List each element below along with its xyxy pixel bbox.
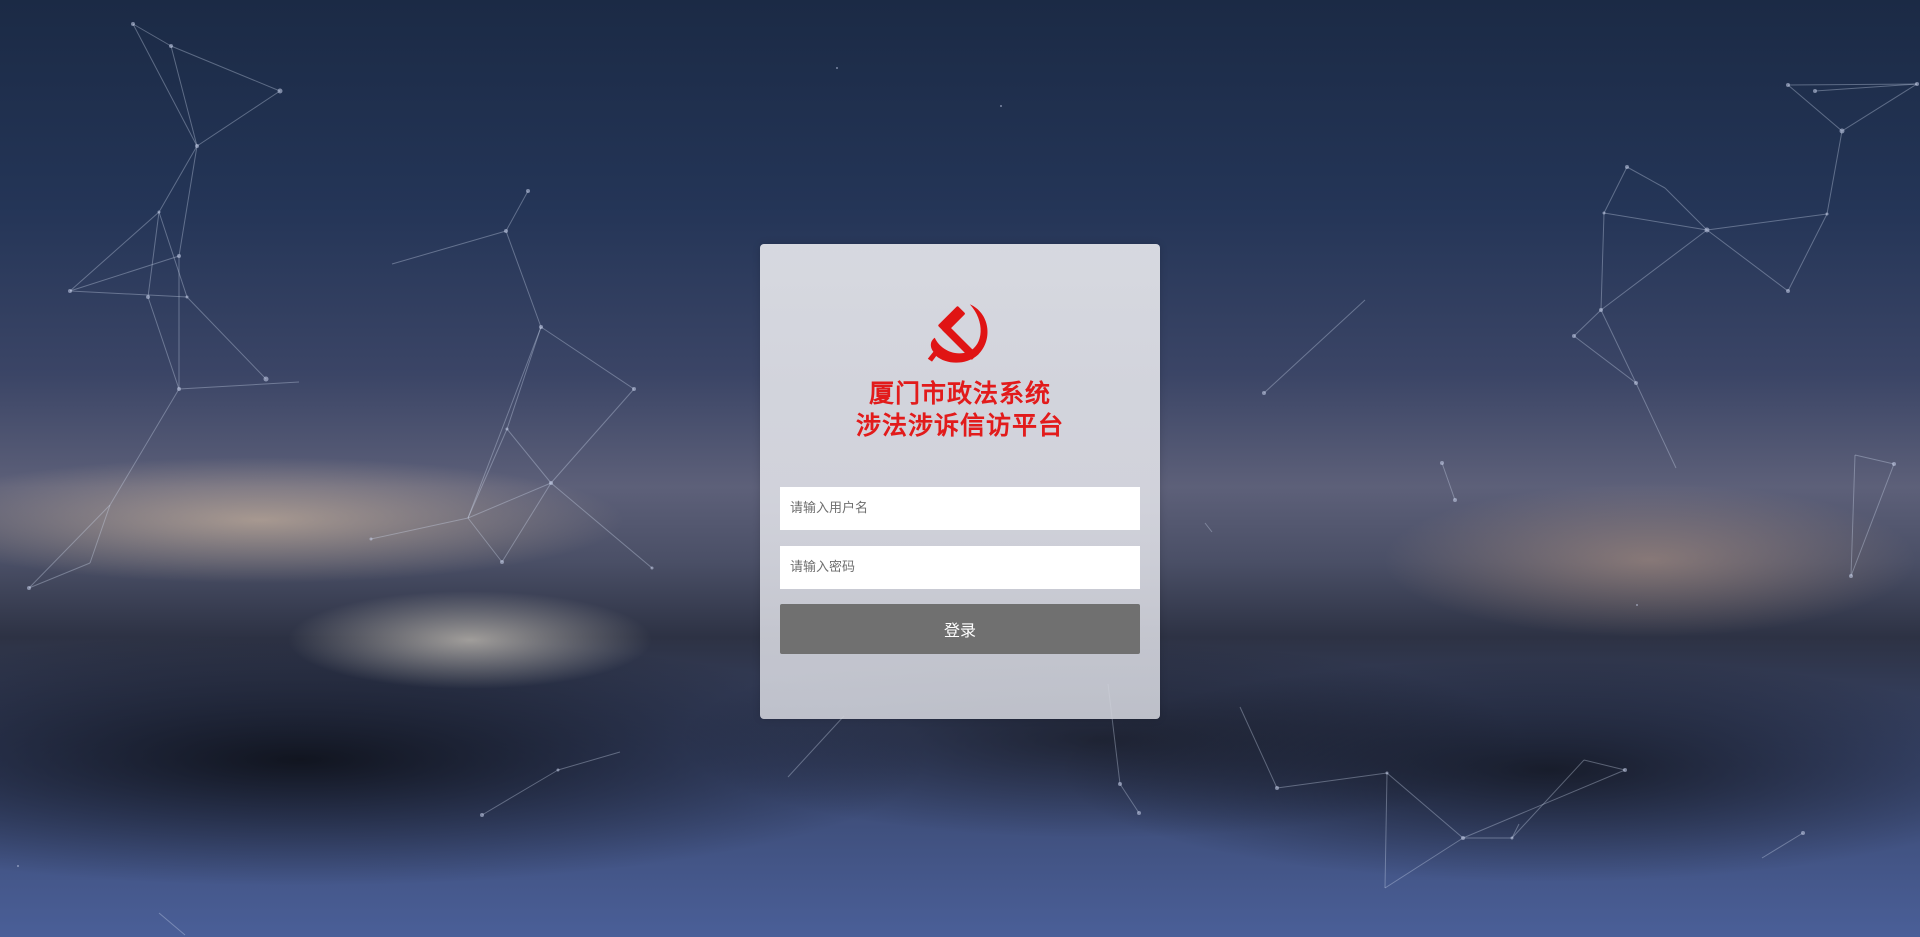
platform-title-line2: 涉法涉诉信访平台 xyxy=(855,411,1064,440)
hammer-sickle-icon xyxy=(927,304,988,363)
login-button[interactable]: 登录 xyxy=(780,604,1140,654)
platform-title-line1: 厦门市政法系统 xyxy=(868,379,1051,408)
username-input[interactable] xyxy=(780,487,1140,530)
login-card: 厦门市政法系统 涉法涉诉信访平台 登录 xyxy=(760,244,1160,719)
password-input[interactable] xyxy=(780,546,1140,589)
